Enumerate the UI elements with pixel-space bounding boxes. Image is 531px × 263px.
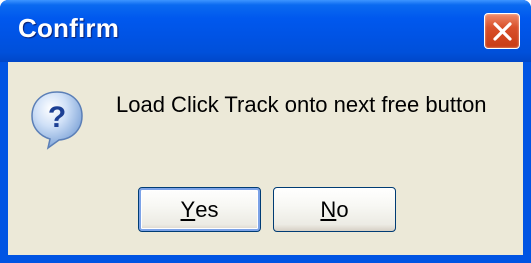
svg-text:?: ? — [48, 101, 66, 134]
no-button[interactable]: No — [273, 187, 396, 232]
no-label: o — [336, 196, 349, 222]
dialog-title: Confirm — [18, 13, 120, 43]
confirm-dialog: Confirm ? Load Click Track onto next fre… — [0, 0, 531, 263]
title-bar[interactable]: Confirm — [0, 0, 531, 62]
yes-mnemonic: Y — [180, 196, 196, 222]
dialog-message: Load Click Track onto next free button — [116, 92, 487, 117]
yes-label: es — [195, 196, 219, 222]
yes-button[interactable]: Yes — [138, 187, 261, 232]
no-mnemonic: N — [320, 196, 337, 222]
close-icon — [493, 22, 512, 41]
question-icon: ? — [31, 91, 83, 150]
dialog-body: ? Load Click Track onto next free button… — [8, 62, 523, 255]
close-button[interactable] — [484, 13, 520, 49]
